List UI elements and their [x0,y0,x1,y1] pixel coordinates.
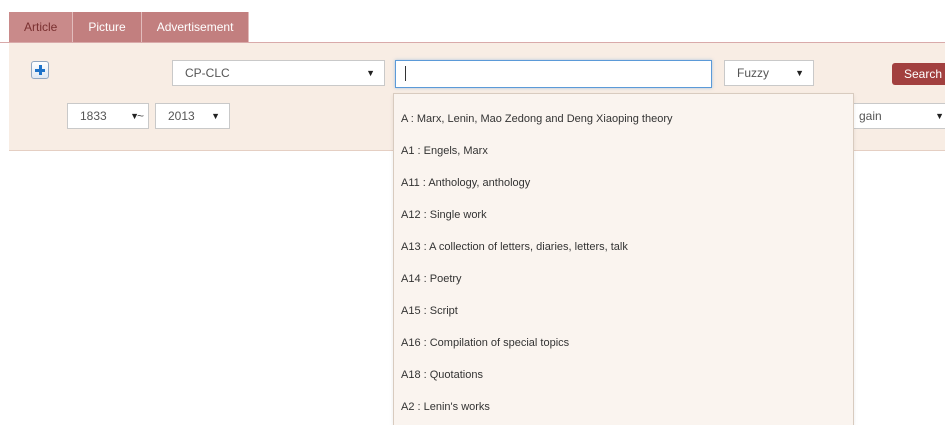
dropdown-item[interactable]: A18 : Quotations [394,359,853,391]
dropdown-item[interactable]: A14 : Poetry [394,263,853,295]
tab-bar: Article Picture Advertisement [9,12,250,42]
classification-dropdown: A : Marx, Lenin, Mao Zedong and Deng Xia… [393,93,854,425]
match-mode-value: Fuzzy [737,66,770,80]
search-button[interactable]: Search [892,63,945,85]
dropdown-item[interactable]: A12 : Single work [394,199,853,231]
year-range-separator: ~ [137,109,145,123]
match-mode-select[interactable]: Fuzzy ▼ [724,60,814,86]
text-cursor [405,66,406,81]
year-to-select[interactable]: 2013 ▼ [155,103,230,129]
dropdown-item[interactable]: A : Marx, Lenin, Mao Zedong and Deng Xia… [394,103,853,135]
dropdown-item[interactable]: A2 : Lenin's works [394,391,853,423]
search-again-value: gain [859,109,882,123]
caret-down-icon: ▼ [211,111,220,121]
tab-picture[interactable]: Picture [73,12,142,42]
caret-down-icon: ▼ [795,68,804,78]
caret-down-icon: ▼ [366,68,375,78]
search-input[interactable] [395,60,712,88]
add-condition-button[interactable] [31,61,49,79]
dropdown-item[interactable]: A11 : Anthology, anthology [394,167,853,199]
dropdown-item[interactable]: A16 : Compilation of special topics [394,327,853,359]
year-to-value: 2013 [168,109,195,123]
caret-down-icon: ▼ [935,111,944,121]
classification-select[interactable]: CP-CLC ▼ [172,60,385,86]
classification-select-value: CP-CLC [185,66,230,80]
dropdown-item[interactable]: A1 : Engels, Marx [394,135,853,167]
plus-icon-vertical [38,65,42,75]
dropdown-item[interactable]: A13 : A collection of letters, diaries, … [394,231,853,263]
tab-article[interactable]: Article [9,12,74,42]
tab-advertisement[interactable]: Advertisement [141,12,250,42]
dropdown-item[interactable]: A15 : Script [394,295,853,327]
year-from-value: 1833 [80,109,107,123]
